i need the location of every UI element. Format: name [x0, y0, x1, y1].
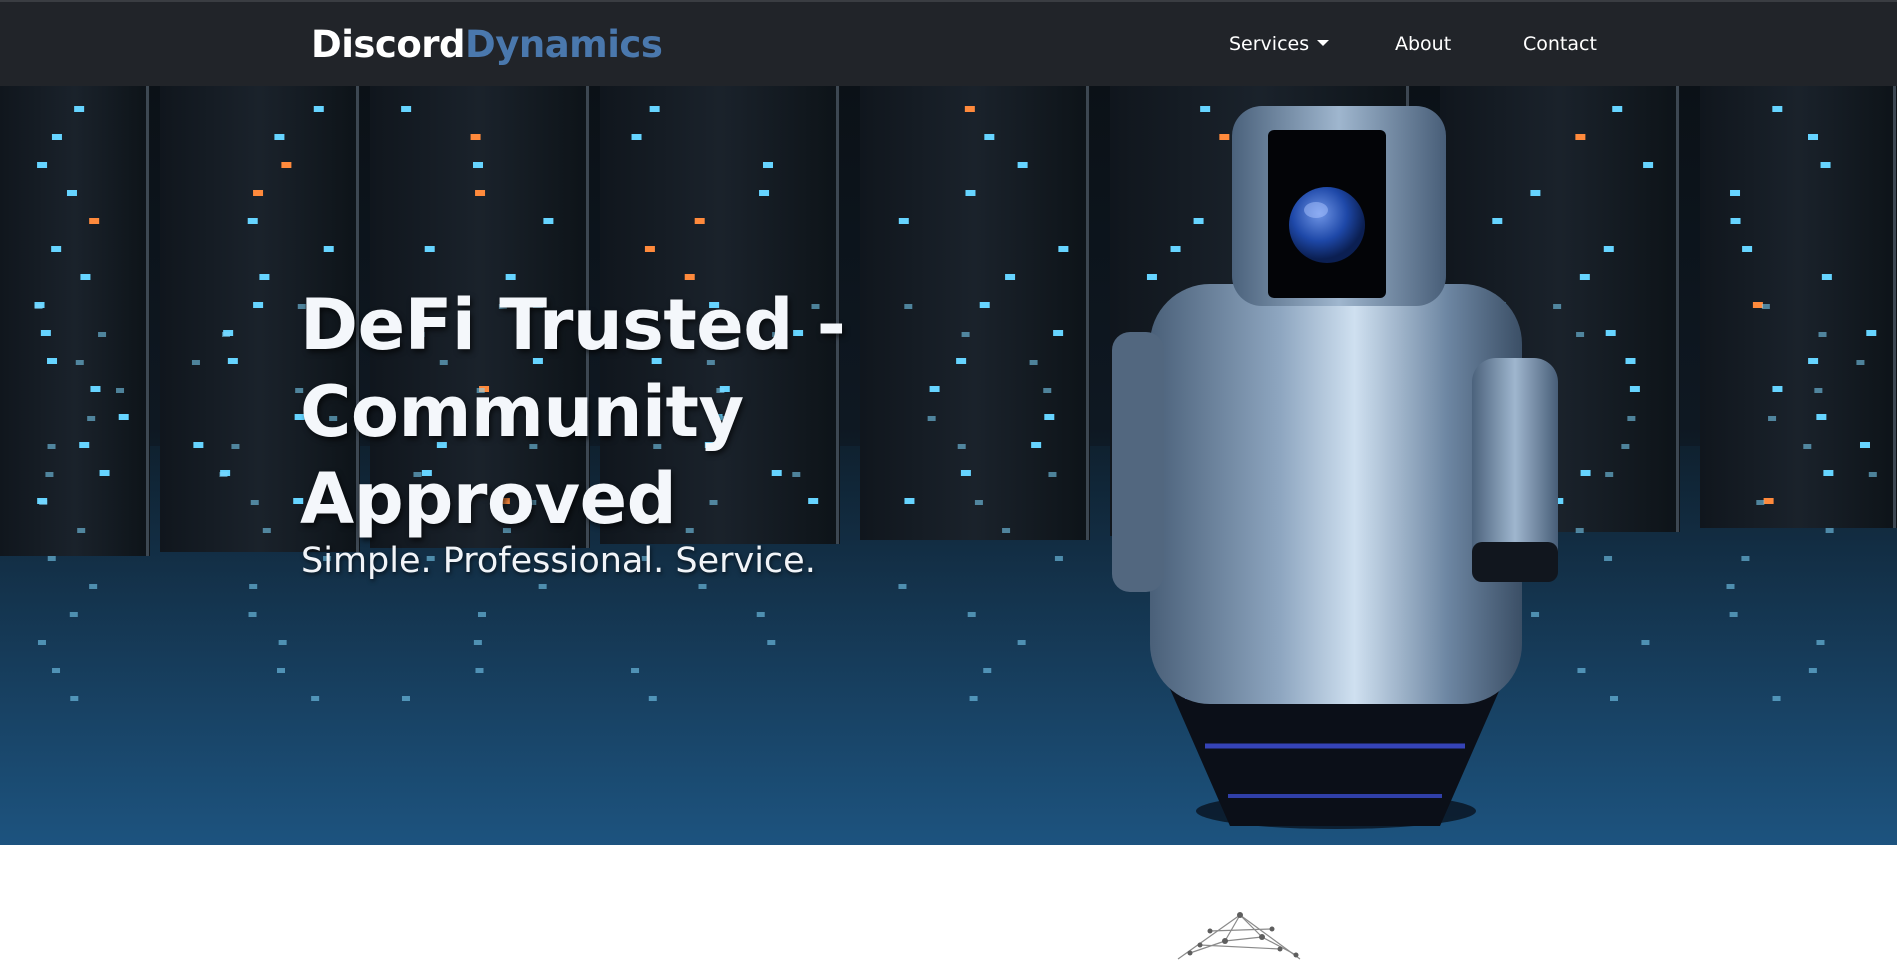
- hero-title: DeFi Trusted - Community Approved: [300, 284, 846, 540]
- content-section: [0, 845, 1897, 964]
- brand-logo[interactable]: DiscordDynamics: [311, 23, 663, 66]
- nav-services-label: Services: [1229, 33, 1310, 55]
- navbar: DiscordDynamics Services About Contact: [0, 0, 1897, 86]
- nav-about-link[interactable]: About: [1395, 33, 1451, 55]
- brand-name-secondary: Dynamics: [465, 23, 663, 66]
- brand-name-primary: Discord: [311, 23, 466, 66]
- caret-down-icon: [1317, 40, 1330, 46]
- hero-section: DeFi Trusted - Community Approved Simple…: [0, 86, 1897, 845]
- nav-contact-link[interactable]: Contact: [1523, 33, 1597, 55]
- nav-services-dropdown[interactable]: Services: [1229, 33, 1330, 55]
- network-graphic: [1177, 912, 1301, 960]
- hero-background-image: [0, 86, 1897, 845]
- hero-subtitle: Simple. Professional. Service.: [301, 541, 816, 581]
